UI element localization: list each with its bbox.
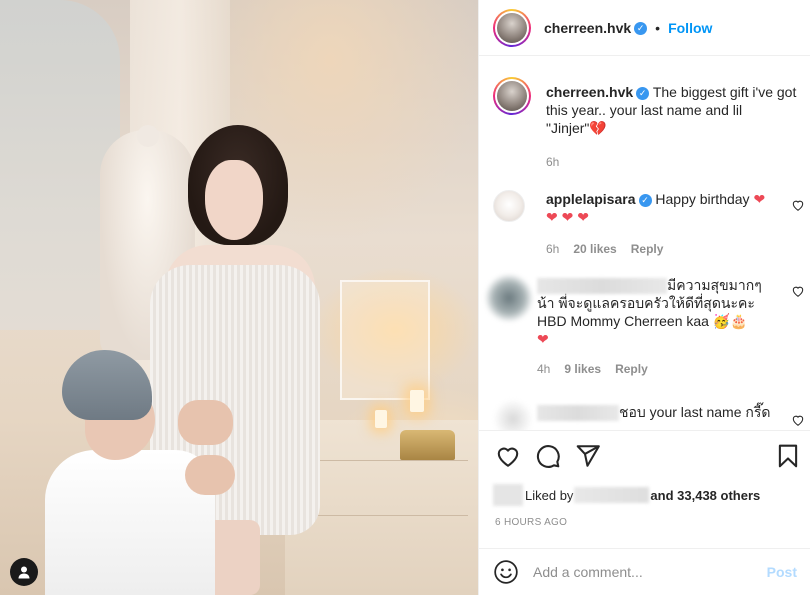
photo-crown <box>400 430 455 460</box>
comment-time[interactable]: 6h <box>546 242 559 256</box>
like-comment-icon[interactable] <box>791 284 805 298</box>
follow-button[interactable]: Follow <box>668 20 712 36</box>
action-bar <box>479 430 810 480</box>
post-sidebar: cherreen.hvk ✓ • Follow cherreen.hvk ✓ The… <box>478 0 810 595</box>
likes-count[interactable]: and 33,438 others <box>650 488 760 503</box>
broken-heart-emoji: 💔 <box>589 120 607 136</box>
photo-candle <box>375 410 387 428</box>
comment-text: Happy birthday <box>655 191 750 207</box>
red-hearts-emoji: ❤ ❤ ❤ <box>546 209 589 225</box>
comment-bubble-icon[interactable] <box>535 443 561 469</box>
comment-likes[interactable]: 20 likes <box>573 242 616 256</box>
liker-avatar[interactable] <box>493 484 523 506</box>
save-bookmark-icon[interactable] <box>775 443 801 469</box>
commenter-avatar[interactable] <box>485 274 533 322</box>
commenter-username[interactable] <box>537 405 619 422</box>
reply-button[interactable]: Reply <box>631 242 664 256</box>
share-paper-plane-icon[interactable] <box>575 443 601 469</box>
like-comment-icon[interactable] <box>791 198 805 212</box>
post-timestamp[interactable]: 6 HOURS AGO <box>495 517 567 528</box>
comment-text: มีความสุขมากๆ <box>667 277 762 293</box>
verified-badge-icon: ✓ <box>636 86 650 100</box>
post-header: cherreen.hvk ✓ • Follow <box>479 0 810 56</box>
commenter-avatar[interactable] <box>493 399 533 430</box>
liked-by-label: Liked by <box>525 487 574 503</box>
like-comment-icon[interactable] <box>791 413 805 427</box>
photo-woman-face <box>205 160 263 240</box>
red-heart-emoji: ❤ <box>753 191 766 207</box>
commenter-username[interactable] <box>537 278 667 295</box>
like-heart-icon[interactable] <box>495 443 521 469</box>
comments-list[interactable]: cherreen.hvk ✓ The biggest gift i've got … <box>479 57 810 430</box>
photo-glass-case <box>340 280 430 400</box>
comment-text: ชอบ your last name กรี๊ด <box>619 404 771 420</box>
tagged-user-icon[interactable] <box>10 558 38 586</box>
header-separator: • <box>655 19 661 36</box>
comment-likes[interactable]: 9 likes <box>564 362 601 376</box>
commenter-username[interactable]: applelapisara <box>546 191 636 207</box>
author-avatar[interactable] <box>493 77 531 115</box>
comment-input[interactable] <box>533 564 767 580</box>
comment-text: น้า พี่จะดูแลครอบครัวให้ดีที่สุดนะคะ HBD… <box>537 295 755 330</box>
verified-badge-icon: ✓ <box>634 22 648 36</box>
red-heart-emoji: ❤ <box>537 331 549 348</box>
emoji-smiley-icon[interactable] <box>493 559 519 585</box>
comment-time[interactable]: 4h <box>537 362 550 376</box>
post-comment-button[interactable]: Post <box>767 564 797 580</box>
photo-candle <box>410 390 424 412</box>
add-comment-bar: Post <box>479 548 810 595</box>
caption-username[interactable]: cherreen.hvk <box>546 84 633 100</box>
author-username[interactable]: cherreen.hvk ✓ <box>544 20 648 36</box>
post-photo[interactable] <box>0 0 478 595</box>
photo-hand <box>185 455 235 495</box>
author-avatar[interactable] <box>493 8 531 47</box>
reply-button[interactable]: Reply <box>615 362 648 376</box>
verified-badge-icon: ✓ <box>638 193 652 207</box>
caption-time[interactable]: 6h <box>546 153 801 171</box>
photo-hand <box>178 400 233 445</box>
photo-mannequin-head <box>137 125 159 147</box>
likes-summary: Liked by and 33,438 others <box>493 484 760 506</box>
liker-username[interactable] <box>574 487 650 503</box>
commenter-avatar[interactable] <box>493 190 525 222</box>
